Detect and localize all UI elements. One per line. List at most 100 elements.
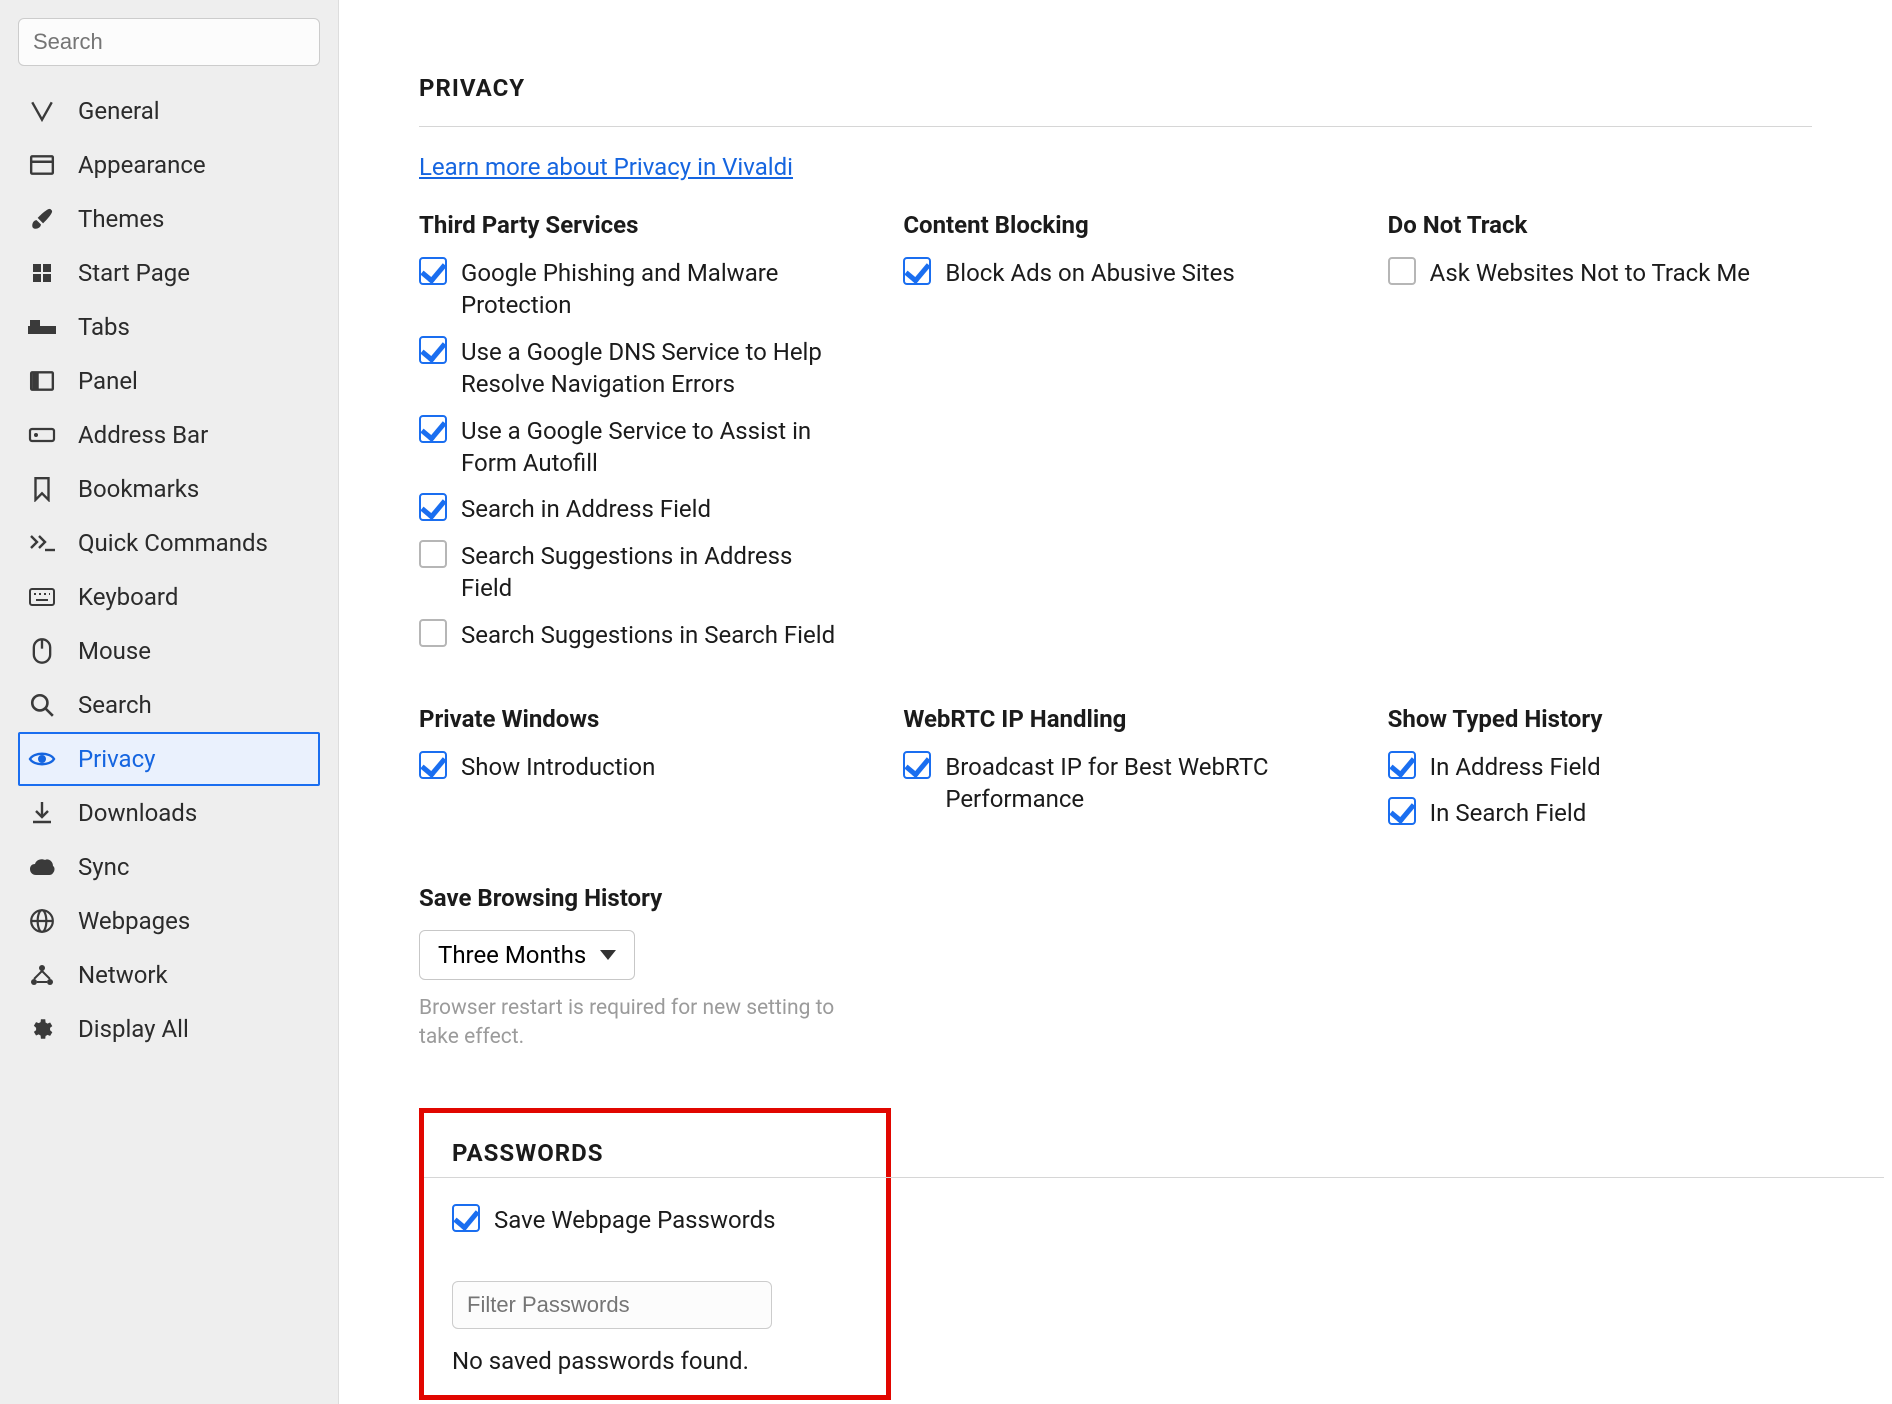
sidebar-item-general[interactable]: General — [18, 84, 320, 138]
checkbox-row[interactable]: Use a Google Service to Assist in Form A… — [419, 415, 843, 480]
checkbox[interactable] — [419, 540, 447, 568]
sidebar-item-bookmarks[interactable]: Bookmarks — [18, 462, 320, 516]
sidebar-item-panel[interactable]: Panel — [18, 354, 320, 408]
keyboard-icon — [26, 587, 58, 607]
save-history-hint: Browser restart is required for new sett… — [419, 994, 859, 1053]
checkbox-label: Block Ads on Abusive Sites — [945, 257, 1234, 289]
checkbox-row[interactable]: Block Ads on Abusive Sites — [903, 257, 1327, 289]
checkbox-label: Save Webpage Passwords — [494, 1204, 776, 1236]
checkbox-row[interactable]: Search in Address Field — [419, 493, 843, 525]
checkbox-label: Broadcast IP for Best WebRTC Performance — [945, 751, 1327, 816]
checkbox-row[interactable]: Show Introduction — [419, 751, 843, 783]
sidebar-item-label: Search — [78, 691, 152, 719]
subheading: Show Typed History — [1388, 705, 1812, 733]
subheading: WebRTC IP Handling — [903, 705, 1327, 733]
privacy-section: PRIVACY Learn more about Privacy in Viva… — [419, 74, 1812, 1052]
bookmark-icon — [26, 476, 58, 502]
save-history-select[interactable]: Three Months — [419, 930, 635, 980]
panel-icon — [26, 370, 58, 392]
checkbox-label: In Address Field — [1430, 751, 1601, 783]
sidebar-item-display-all[interactable]: Display All — [18, 1002, 320, 1056]
sidebar-item-sync[interactable]: Sync — [18, 840, 320, 894]
checkbox-row[interactable]: Broadcast IP for Best WebRTC Performance — [903, 751, 1327, 816]
checkbox[interactable] — [1388, 797, 1416, 825]
checkbox-row[interactable]: In Address Field — [1388, 751, 1812, 783]
checkbox-label: Ask Websites Not to Track Me — [1430, 257, 1750, 289]
checkbox-row[interactable]: Ask Websites Not to Track Me — [1388, 257, 1812, 289]
sidebar-item-quick-commands[interactable]: Quick Commands — [18, 516, 320, 570]
subheading: Private Windows — [419, 705, 843, 733]
filter-passwords-input[interactable] — [452, 1281, 772, 1329]
sidebar-item-label: Tabs — [78, 313, 130, 341]
sidebar-item-privacy[interactable]: Privacy — [18, 732, 320, 786]
sidebar-item-webpages[interactable]: Webpages — [18, 894, 320, 948]
checkbox-row[interactable]: Use a Google DNS Service to Help Resolve… — [419, 336, 843, 401]
checkbox-label: Use a Google Service to Assist in Form A… — [461, 415, 843, 480]
sidebar-item-label: Start Page — [78, 259, 190, 287]
privacy-learn-more-link[interactable]: Learn more about Privacy in Vivaldi — [419, 153, 793, 181]
checkbox-label: Show Introduction — [461, 751, 655, 783]
sidebar-item-address-bar[interactable]: Address Bar — [18, 408, 320, 462]
checkbox-label: Search Suggestions in Address Field — [461, 540, 843, 605]
sidebar-item-mouse[interactable]: Mouse — [18, 624, 320, 678]
download-icon — [26, 800, 58, 826]
checkbox[interactable] — [419, 751, 447, 779]
checkbox-label: Search Suggestions in Search Field — [461, 619, 835, 651]
sidebar-search-input[interactable] — [18, 18, 320, 66]
do-not-track-column: Do Not Track Ask Websites Not to Track M… — [1388, 211, 1812, 665]
sidebar-item-search[interactable]: Search — [18, 678, 320, 732]
checkbox[interactable] — [419, 336, 447, 364]
sidebar-item-themes[interactable]: Themes — [18, 192, 320, 246]
sidebar-item-label: Quick Commands — [78, 529, 268, 557]
checkbox-row[interactable]: Search Suggestions in Address Field — [419, 540, 843, 605]
checkbox[interactable] — [1388, 751, 1416, 779]
subheading: Do Not Track — [1388, 211, 1812, 239]
privacy-section-title: PRIVACY — [419, 74, 1812, 102]
passwords-highlight-box: PASSWORDS Save Webpage Passwords No save… — [419, 1108, 891, 1399]
settings-sidebar: General Appearance Themes Start Page Tab… — [0, 0, 339, 1404]
sidebar-nav: General Appearance Themes Start Page Tab… — [18, 84, 320, 1056]
checkbox[interactable] — [1388, 257, 1416, 285]
private-windows-column: Private Windows Show Introduction — [419, 705, 843, 844]
sidebar-item-tabs[interactable]: Tabs — [18, 300, 320, 354]
cloud-icon — [26, 857, 58, 877]
save-history-block: Save Browsing History Three Months Brows… — [419, 884, 1812, 1053]
globe-icon — [26, 908, 58, 934]
no-passwords-message: No saved passwords found. — [452, 1347, 858, 1375]
sidebar-item-label: Keyboard — [78, 583, 178, 611]
sidebar-item-keyboard[interactable]: Keyboard — [18, 570, 320, 624]
sidebar-item-appearance[interactable]: Appearance — [18, 138, 320, 192]
typed-history-column: Show Typed History In Address Field In S… — [1388, 705, 1812, 844]
checkbox-row[interactable]: Save Webpage Passwords — [452, 1204, 858, 1236]
divider — [419, 126, 1812, 127]
checkbox[interactable] — [419, 257, 447, 285]
window-icon — [26, 154, 58, 176]
sidebar-item-start-page[interactable]: Start Page — [18, 246, 320, 300]
content-blocking-column: Content Blocking Block Ads on Abusive Si… — [903, 211, 1327, 665]
checkbox-row[interactable]: In Search Field — [1388, 797, 1812, 829]
checkbox[interactable] — [903, 257, 931, 285]
checkbox-label: Search in Address Field — [461, 493, 711, 525]
sidebar-item-label: Privacy — [78, 745, 156, 773]
checkbox[interactable] — [419, 493, 447, 521]
checkbox-row[interactable]: Google Phishing and Malware Protection — [419, 257, 843, 322]
sidebar-item-label: Themes — [78, 205, 164, 233]
sidebar-item-network[interactable]: Network — [18, 948, 320, 1002]
checkbox[interactable] — [419, 415, 447, 443]
subheading: Third Party Services — [419, 211, 843, 239]
sidebar-item-label: Sync — [78, 853, 129, 881]
caret-down-icon — [600, 950, 616, 960]
gear-icon — [26, 1016, 58, 1042]
checkbox[interactable] — [419, 619, 447, 647]
sidebar-item-label: Appearance — [78, 151, 206, 179]
webrtc-column: WebRTC IP Handling Broadcast IP for Best… — [903, 705, 1327, 844]
passwords-section-title: PASSWORDS — [452, 1139, 858, 1167]
sidebar-item-downloads[interactable]: Downloads — [18, 786, 320, 840]
select-value: Three Months — [438, 941, 586, 969]
checkbox[interactable] — [903, 751, 931, 779]
sidebar-item-label: Mouse — [78, 637, 151, 665]
mouse-icon — [26, 637, 58, 665]
checkbox-row[interactable]: Search Suggestions in Search Field — [419, 619, 843, 651]
save-passwords-checkbox[interactable] — [452, 1204, 480, 1232]
sidebar-item-label: Display All — [78, 1015, 189, 1043]
